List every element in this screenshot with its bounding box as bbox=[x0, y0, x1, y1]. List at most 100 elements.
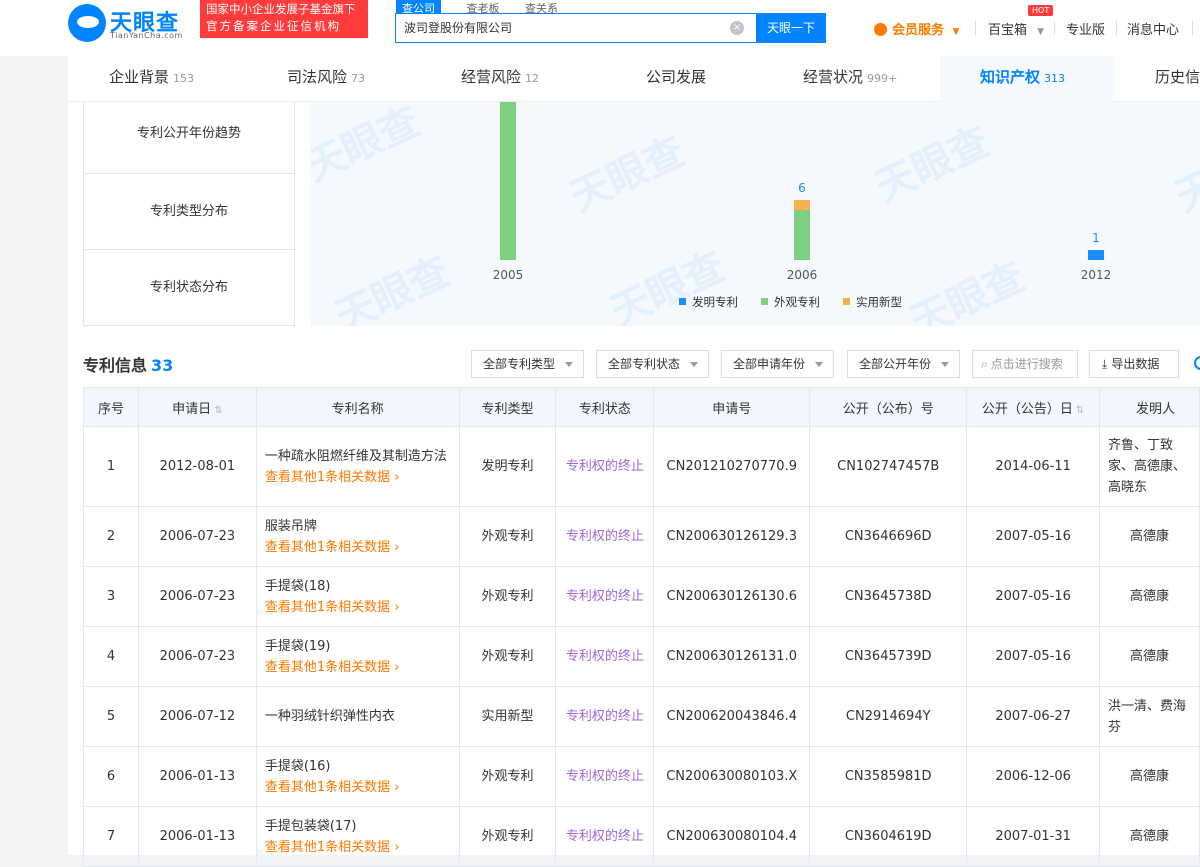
patent-count: 33 bbox=[151, 356, 174, 375]
patent-name[interactable]: 手提袋(19) bbox=[265, 639, 331, 654]
vip-service-menu[interactable]: 会员服务 ▼ bbox=[874, 19, 959, 38]
patent-year-bar-chart: 2005 6 2006 1 2012 发明专利 外观专利 实用新型 bbox=[493, 102, 1111, 309]
bar-2012-发明专利 bbox=[1088, 250, 1104, 260]
patent-name[interactable]: 手提袋(18) bbox=[265, 579, 331, 594]
tab-label: 企业背景 bbox=[109, 68, 170, 86]
tab-enterprise-background[interactable]: 企业背景 153 bbox=[109, 56, 194, 102]
pro-version-link[interactable]: 专业版 bbox=[1066, 19, 1105, 38]
cell-patent-status: 专利权的终止 bbox=[555, 806, 655, 867]
divider bbox=[1116, 21, 1117, 35]
table-row[interactable]: 72006-01-13 手提包装袋(17) 查看其他1条相关数据外观专利专利权的终止… bbox=[83, 806, 1200, 867]
cell-publication-number: CN3645738D bbox=[809, 566, 968, 627]
cell-patent-status: 专利权的终止 bbox=[555, 566, 655, 627]
gov-badge[interactable]: 国家中小企业发展子基金旗下 官方备案企业征信机构 bbox=[200, 0, 368, 38]
filter-patent-type[interactable]: 全部专利类型 bbox=[471, 350, 584, 378]
view-more-link[interactable]: 查看其他1条相关数据 bbox=[265, 597, 451, 618]
caret-down-icon bbox=[565, 362, 573, 367]
tab-label: 司法风险 bbox=[287, 68, 348, 86]
table-search-input[interactable]: ⌕ 点击进行搜索 bbox=[972, 350, 1078, 378]
sort-icon[interactable]: ⇅ bbox=[1076, 405, 1084, 416]
cell-publication-number: CN3645739D bbox=[809, 626, 968, 687]
site-logo[interactable]: 天眼查 TianYanCha.com bbox=[68, 4, 198, 44]
patent-info-title: 专利信息 33 bbox=[83, 352, 173, 376]
treasure-box-menu[interactable]: 百宝箱 ▼ bbox=[988, 19, 1044, 38]
view-more-link[interactable]: 查看其他1条相关数据 bbox=[265, 837, 451, 858]
chart-menu-year-trend[interactable]: 专利公开年份趋势 bbox=[84, 102, 294, 174]
column-header-label: 公开（公告）日 bbox=[981, 401, 1073, 417]
message-center-link[interactable]: 消息中心 bbox=[1127, 19, 1179, 38]
tab-operation-status[interactable]: 经营状况 999+ bbox=[803, 56, 897, 102]
export-button[interactable]: ⤓ 导出数据 bbox=[1089, 350, 1179, 378]
tab-count: 313 bbox=[1044, 72, 1066, 85]
column-header: 序号 bbox=[83, 387, 139, 427]
tab-company-development[interactable]: 公司发展 bbox=[646, 56, 706, 102]
table-row[interactable]: 5 2006-07-12 一种羽绒针织弹性内衣 实用新型 专利权的终止 CN2006200… bbox=[83, 686, 1200, 747]
view-more-link[interactable]: 查看其他1条相关数据 bbox=[265, 777, 451, 798]
chart-menu: 专利公开年份趋势 专利类型分布 专利状态分布 bbox=[83, 102, 295, 326]
column-header-sortable[interactable]: 公开（公告）日 ⇅ bbox=[966, 387, 1101, 427]
patent-name[interactable]: 一种羽绒针织弹性内衣 bbox=[265, 709, 395, 724]
patent-name[interactable]: 一种疏水阻燃纤维及其制造方法 bbox=[265, 449, 447, 464]
tab-label: 公司发展 bbox=[646, 68, 707, 86]
bar-2006-实用新型 bbox=[794, 200, 810, 210]
cell-application-number: CN200630080103.X bbox=[653, 746, 811, 807]
cell-inventor: 高德康 bbox=[1099, 626, 1200, 687]
tab-count: 999+ bbox=[867, 72, 898, 85]
cell-inventor: 齐鲁、丁致家、高德康、高晓东 bbox=[1099, 426, 1200, 507]
view-more-link[interactable]: 查看其他1条相关数据 bbox=[265, 537, 451, 558]
tab-business-risk[interactable]: 经营风险 12 bbox=[461, 56, 539, 102]
cell-patent-status: 专利权的终止 bbox=[555, 506, 655, 567]
view-more-link[interactable]: 查看其他1条相关数据 bbox=[265, 657, 451, 678]
table-row[interactable]: 62006-01-13手提袋(16)查看其他1条相关数据外观专利专利权的终止CN… bbox=[83, 746, 1200, 807]
cell-patent-name: 一种羽绒针织弹性内衣 bbox=[255, 686, 460, 747]
chart-menu-status-distribution[interactable]: 专利状态分布 bbox=[84, 250, 294, 326]
filter-publication-year[interactable]: 全部公开年份 bbox=[847, 350, 960, 378]
cell-patent-status: 专利权的终止 bbox=[555, 746, 655, 807]
cell-application-number: CN200630080104.4 bbox=[653, 806, 811, 867]
cell-patent-status: 专利权的终止 bbox=[555, 686, 655, 747]
search-button[interactable]: 天眼一下 bbox=[756, 13, 826, 43]
tab-history[interactable]: 历史信 bbox=[1155, 56, 1200, 102]
patent-name[interactable]: 服装吊牌 bbox=[265, 519, 317, 534]
section-tab-bar: 企业背景 153 司法风险 73 经营风险 12 公司发展 经营状况 999+ 知识产权… bbox=[68, 56, 1200, 102]
patent-name[interactable]: 手提袋(16) bbox=[265, 759, 331, 774]
refresh-icon[interactable] bbox=[1194, 356, 1200, 370]
sort-icon[interactable]: ⇅ bbox=[214, 405, 222, 416]
cell-inventor: 高德康 bbox=[1099, 746, 1200, 807]
filter-application-year[interactable]: 全部申请年份 bbox=[721, 350, 834, 378]
patent-name[interactable]: 手提包装袋(17) bbox=[265, 819, 357, 834]
table-row[interactable]: 32006-07-23手提袋(18)查看其他1条相关数据外观专利专利权的终止CN… bbox=[83, 566, 1200, 627]
cell-patent-name: 手提袋(19) 查看其他1条相关数据 bbox=[255, 626, 460, 687]
divider bbox=[975, 21, 976, 35]
cell-apply-date: 2012-08-01 bbox=[137, 426, 257, 507]
cell-publication-number: CN102747457B bbox=[809, 426, 968, 507]
tab-intellectual-property[interactable]: 知识产权 313 bbox=[980, 56, 1065, 102]
logo-subtitle: TianYanCha.com bbox=[110, 31, 183, 40]
column-header: 专利状态 bbox=[555, 387, 655, 427]
search-type-tabs: 查公司 查老板 查关系 bbox=[396, 0, 580, 16]
legend-label: 发明专利 bbox=[692, 295, 738, 309]
search-input[interactable]: 波司登股份有限公司 bbox=[395, 13, 757, 43]
cell-patent-status: 专利权的终止 bbox=[555, 626, 655, 687]
cell-application-number: CN200630126130.6 bbox=[653, 566, 811, 627]
cell-publication-number: CN3604619D bbox=[809, 806, 968, 867]
bar-total-label: 1 bbox=[1092, 231, 1100, 245]
section-title: 专利信息 bbox=[83, 356, 148, 375]
view-more-link[interactable]: 查看其他1条相关数据 bbox=[265, 467, 451, 488]
cell-patent-type: 外观专利 bbox=[458, 806, 557, 867]
filter-patent-status[interactable]: 全部专利状态 bbox=[596, 350, 709, 378]
cell-index: 7 bbox=[83, 806, 139, 867]
table-row[interactable]: 22006-07-23服装吊牌查看其他1条相关数据外观专利专利权的终止CN200… bbox=[83, 506, 1200, 567]
clear-icon[interactable]: × bbox=[730, 21, 744, 35]
logo-eye-icon bbox=[68, 4, 106, 42]
tab-count: 73 bbox=[351, 72, 366, 85]
chart-menu-type-distribution[interactable]: 专利类型分布 bbox=[84, 174, 294, 250]
cell-index: 3 bbox=[83, 566, 139, 627]
tab-judicial-risk[interactable]: 司法风险 73 bbox=[287, 56, 365, 102]
tab-count: 12 bbox=[525, 72, 540, 85]
table-row[interactable]: 42006-07-23手提袋(19)查看其他1条相关数据外观专利专利权的终止CN… bbox=[83, 626, 1200, 687]
chevron-down-icon: ▼ bbox=[1037, 27, 1045, 37]
table-row[interactable]: 12012-08-01一种疏水阻燃纤维及其制造方法查看其他1条相关数据发明专利专… bbox=[83, 426, 1200, 507]
column-header-sortable[interactable]: 申请日 ⇅ bbox=[137, 387, 257, 427]
column-header: 专利类型 bbox=[458, 387, 557, 427]
